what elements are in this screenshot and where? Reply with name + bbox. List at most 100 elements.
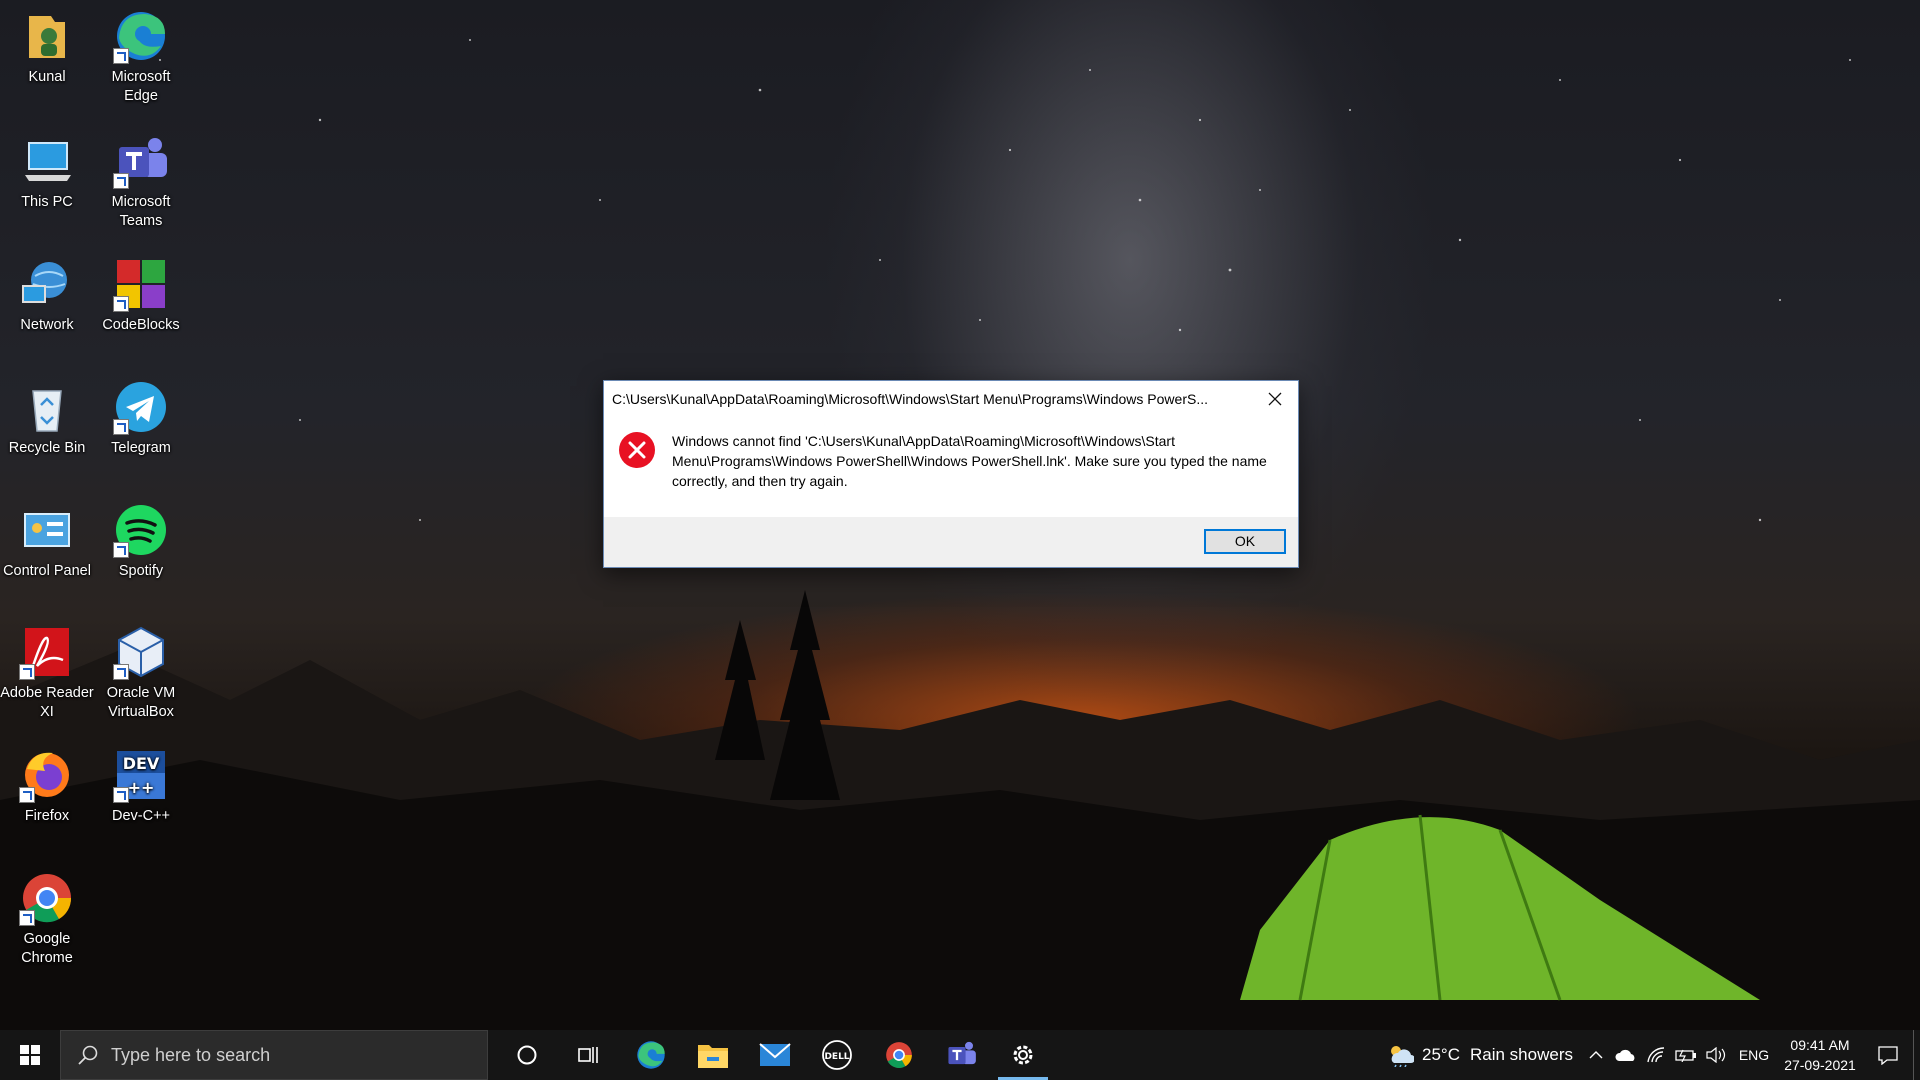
taskbar-edge[interactable] — [620, 1030, 682, 1080]
taskbar-mail[interactable] — [744, 1030, 806, 1080]
desktop-icon-virtualbox[interactable]: Oracle VM VirtualBox — [94, 624, 188, 722]
mail-icon — [759, 1043, 791, 1066]
desktop-icon-label: This PC — [21, 194, 73, 210]
desktop-icon-control-panel[interactable]: Control Panel — [0, 502, 94, 581]
network-icon — [19, 256, 75, 312]
desktop-icon-firefox[interactable]: Firefox — [0, 747, 94, 826]
desktop-icon-adobe-reader[interactable]: Adobe Reader XI — [0, 624, 94, 722]
shortcut-arrow-icon — [113, 296, 129, 312]
cortana-button[interactable] — [496, 1030, 558, 1080]
task-view-button[interactable] — [558, 1030, 620, 1080]
wifi-icon — [1647, 1047, 1665, 1063]
volume-icon — [1706, 1047, 1726, 1063]
desktop-icon-dev-cpp[interactable]: DEV ++ Dev-C++ — [94, 747, 188, 826]
rain-cloud-icon — [1391, 1046, 1415, 1067]
adobe-reader-icon — [19, 624, 75, 680]
close-icon — [1268, 392, 1282, 406]
shortcut-arrow-icon — [19, 787, 35, 803]
teams-icon — [948, 1041, 976, 1065]
taskbar-settings[interactable] — [992, 1030, 1054, 1080]
desktop-icon-label: Kunal — [28, 69, 66, 85]
dialog-close-button[interactable] — [1252, 381, 1298, 417]
chevron-up-icon — [1589, 1051, 1603, 1059]
desktop-icon-label: Oracle VM VirtualBox — [106, 685, 176, 720]
desktop-icon-this-pc[interactable]: This PC — [0, 133, 94, 212]
dialog-title: C:\Users\Kunal\AppData\Roaming\Microsoft… — [612, 391, 1208, 407]
error-dialog: C:\Users\Kunal\AppData\Roaming\Microsoft… — [603, 380, 1299, 568]
desktop-icon-label: CodeBlocks — [102, 317, 180, 333]
ok-button[interactable]: OK — [1204, 529, 1286, 554]
desktop-icon-recycle-bin[interactable]: Recycle Bin — [0, 379, 94, 458]
desktop-icon-label: Microsoft Teams — [111, 194, 171, 229]
weather-temp: 25°C — [1422, 1045, 1460, 1064]
weather-widget[interactable]: 25°C Rain showers — [1378, 1030, 1581, 1080]
desktop-icon-kunal[interactable]: Kunal — [0, 8, 94, 87]
notification-icon — [1878, 1046, 1898, 1065]
desktop-icon-spotify[interactable]: Spotify — [94, 502, 188, 581]
volume-button[interactable] — [1701, 1030, 1731, 1080]
show-hidden-icons-button[interactable] — [1581, 1030, 1611, 1080]
desktop-icon-telegram[interactable]: Telegram — [94, 379, 188, 458]
dialog-message: Windows cannot find 'C:\Users\Kunal\AppD… — [672, 433, 1267, 489]
shortcut-arrow-icon — [113, 542, 129, 558]
taskbar-teams[interactable] — [930, 1030, 992, 1080]
show-desktop-button[interactable] — [1913, 1030, 1920, 1080]
svg-text:++: ++ — [128, 778, 155, 797]
taskbar-file-explorer[interactable] — [682, 1030, 744, 1080]
wifi-button[interactable] — [1641, 1030, 1671, 1080]
desktop-icon-label: Control Panel — [3, 563, 91, 579]
desktop-icon-microsoft-edge[interactable]: Microsoft Edge — [94, 8, 188, 106]
settings-icon — [1013, 1045, 1033, 1065]
desktop-icon-google-chrome[interactable]: Google Chrome — [0, 870, 94, 968]
desktop-icon-label: Google Chrome — [21, 931, 73, 966]
dialog-footer: OK — [604, 517, 1298, 567]
search-icon — [78, 1045, 98, 1065]
taskbar-search-box[interactable]: Type here to search — [60, 1030, 488, 1080]
taskbar-dell[interactable]: DELL — [806, 1030, 868, 1080]
dialog-titlebar[interactable]: C:\Users\Kunal\AppData\Roaming\Microsoft… — [604, 381, 1298, 417]
dell-icon: DELL — [822, 1040, 852, 1070]
desktop-icon-label: Adobe Reader XI — [0, 685, 94, 720]
cortana-icon — [517, 1045, 537, 1065]
dev-cpp-icon: DEV ++ — [113, 747, 169, 803]
dialog-body: Windows cannot find 'C:\Users\Kunal\AppD… — [604, 417, 1298, 515]
onedrive-cloud-icon — [1615, 1049, 1635, 1061]
desktop-icon-label: Telegram — [111, 440, 171, 456]
teams-icon — [113, 133, 169, 189]
desktop-icon-codeblocks[interactable]: CodeBlocks — [94, 256, 188, 335]
action-center-button[interactable] — [1863, 1030, 1913, 1080]
taskbar-chrome[interactable] — [868, 1030, 930, 1080]
start-button[interactable] — [0, 1030, 60, 1080]
file-explorer-icon — [698, 1045, 728, 1068]
desktop-icon-label: Recycle Bin — [8, 440, 86, 456]
shortcut-arrow-icon — [113, 173, 129, 189]
control-panel-icon — [19, 502, 75, 558]
shortcut-arrow-icon — [113, 664, 129, 680]
windows-logo-icon — [20, 1045, 40, 1065]
edge-icon — [113, 8, 169, 64]
shortcut-arrow-icon — [19, 910, 35, 926]
language-indicator[interactable]: ENG — [1731, 1030, 1777, 1080]
chrome-icon — [886, 1042, 912, 1068]
edge-icon — [637, 1041, 665, 1069]
chrome-icon — [19, 870, 75, 926]
onedrive-button[interactable] — [1611, 1030, 1641, 1080]
desktop-icon-microsoft-teams[interactable]: Microsoft Teams — [94, 133, 188, 231]
codeblocks-icon — [113, 256, 169, 312]
user-folder-icon — [19, 8, 75, 64]
clock-time: 09:41 AM — [1790, 1037, 1850, 1053]
desktop-icon-label: Microsoft Edge — [111, 69, 171, 104]
svg-text:DEV: DEV — [123, 754, 160, 773]
clock-date: 27-09-2021 — [1784, 1057, 1856, 1073]
desktop-icon-network[interactable]: Network — [0, 256, 94, 335]
desktop-icon-label: Network — [20, 317, 74, 333]
computer-icon — [19, 133, 75, 189]
shortcut-arrow-icon — [19, 664, 35, 680]
recycle-bin-icon — [19, 379, 75, 435]
battery-button[interactable] — [1671, 1030, 1701, 1080]
search-placeholder: Type here to search — [111, 1044, 271, 1065]
shortcut-arrow-icon — [113, 787, 129, 803]
battery-icon — [1675, 1049, 1696, 1062]
clock-button[interactable]: 09:41 AM 27-09-2021 — [1777, 1030, 1863, 1080]
virtualbox-icon — [113, 624, 169, 680]
